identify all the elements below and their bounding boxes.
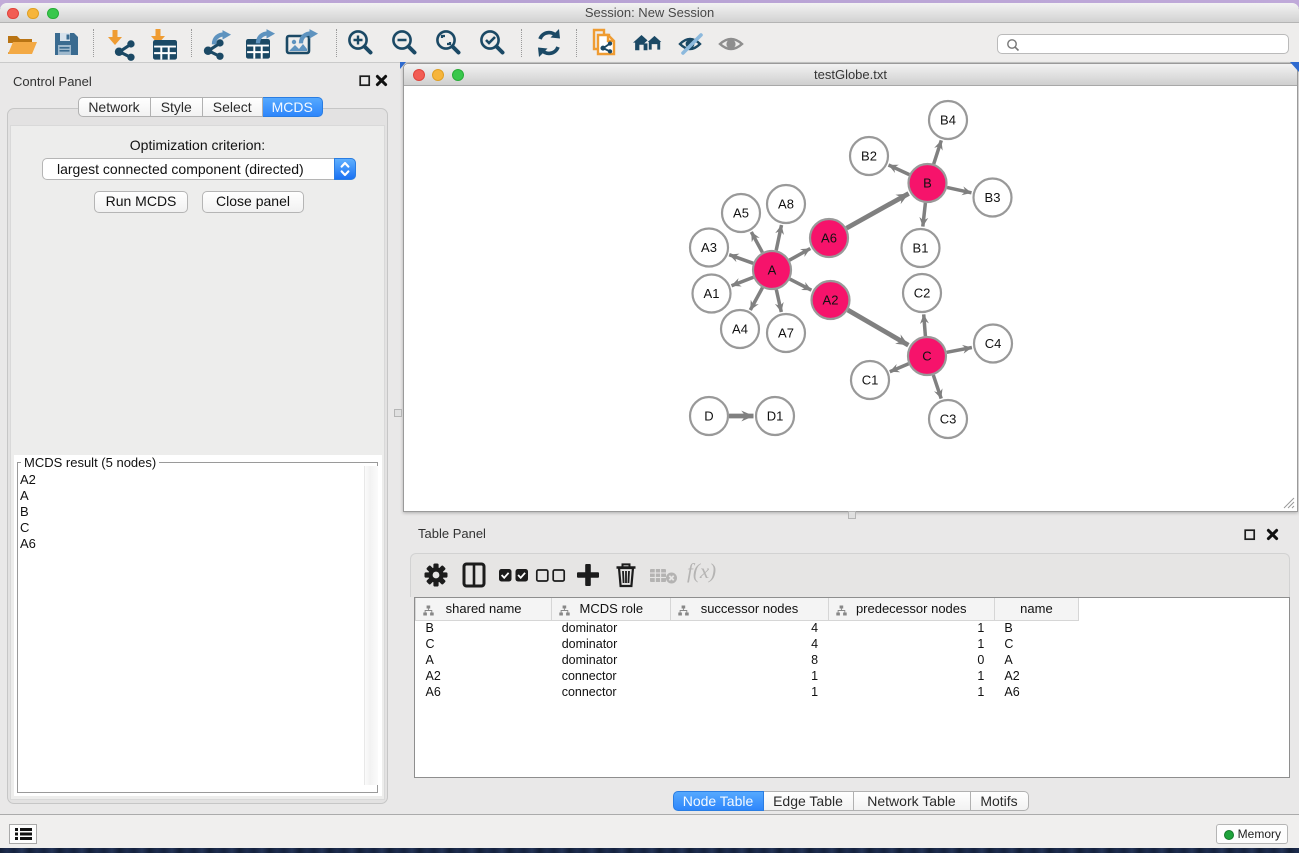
svg-text:A8: A8: [778, 197, 794, 212]
svg-text:C2: C2: [914, 286, 931, 301]
svg-text:A1: A1: [704, 286, 720, 301]
svg-text:A: A: [768, 263, 777, 278]
svg-text:C4: C4: [985, 336, 1002, 351]
svg-text:B: B: [923, 176, 932, 191]
svg-text:B1: B1: [913, 241, 929, 256]
svg-text:C1: C1: [862, 373, 879, 388]
svg-text:A2: A2: [823, 293, 839, 308]
svg-text:D: D: [704, 409, 713, 424]
svg-text:B3: B3: [985, 190, 1001, 205]
svg-text:C3: C3: [940, 412, 957, 427]
svg-text:A6: A6: [821, 231, 837, 246]
svg-text:D1: D1: [767, 409, 784, 424]
svg-text:A7: A7: [778, 326, 794, 341]
svg-text:B4: B4: [940, 113, 956, 128]
svg-text:A5: A5: [733, 206, 749, 221]
svg-text:C: C: [922, 349, 931, 364]
svg-text:B2: B2: [861, 149, 877, 164]
svg-text:A3: A3: [701, 240, 717, 255]
svg-text:A4: A4: [732, 322, 748, 337]
